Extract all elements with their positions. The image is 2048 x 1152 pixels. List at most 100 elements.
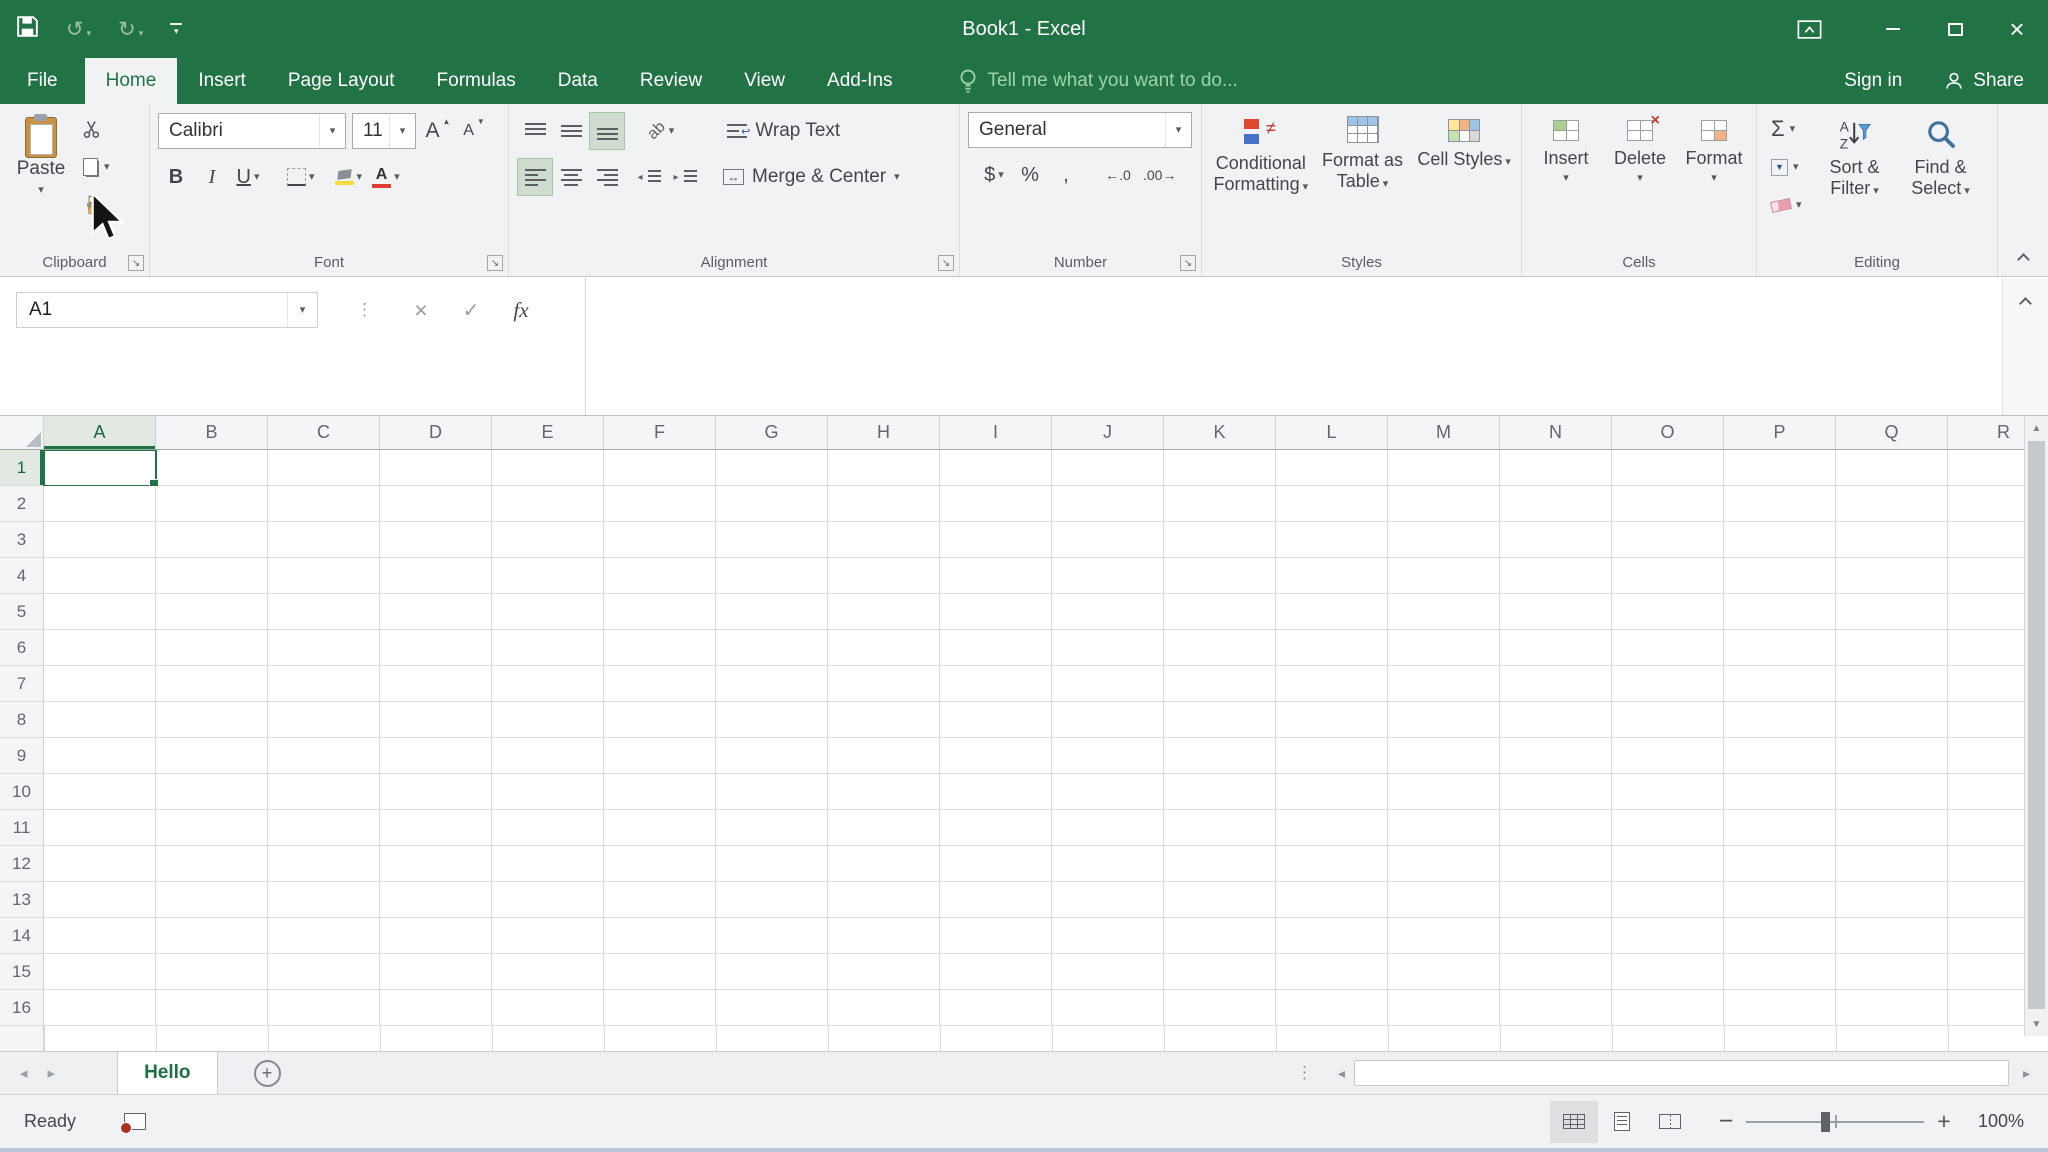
row-header-4[interactable]: 4 xyxy=(0,558,44,594)
row-header-11[interactable]: 11 xyxy=(0,810,44,846)
cell-I5[interactable] xyxy=(940,594,1052,630)
previous-sheet-button[interactable]: ◂ xyxy=(20,1064,28,1082)
cell-C2[interactable] xyxy=(268,486,380,522)
cell-E10[interactable] xyxy=(492,774,604,810)
cell-N11[interactable] xyxy=(1500,810,1612,846)
cell-E6[interactable] xyxy=(492,630,604,666)
cell-D14[interactable] xyxy=(380,918,492,954)
cell-L12[interactable] xyxy=(1276,846,1388,882)
align-top-button[interactable] xyxy=(517,112,553,150)
page-break-view-button[interactable] xyxy=(1646,1101,1694,1143)
comma-style-button[interactable]: , xyxy=(1048,156,1084,194)
cell-J4[interactable] xyxy=(1052,558,1164,594)
cell-D6[interactable] xyxy=(380,630,492,666)
cell-F15[interactable] xyxy=(604,954,716,990)
select-all-button[interactable] xyxy=(0,416,44,449)
cell-L2[interactable] xyxy=(1276,486,1388,522)
cell-E12[interactable] xyxy=(492,846,604,882)
cell-G10[interactable] xyxy=(716,774,828,810)
cell-Q6[interactable] xyxy=(1836,630,1948,666)
cell-J9[interactable] xyxy=(1052,738,1164,774)
cell-Q16[interactable] xyxy=(1836,990,1948,1026)
cell-P6[interactable] xyxy=(1724,630,1836,666)
cell-F2[interactable] xyxy=(604,486,716,522)
cell-J10[interactable] xyxy=(1052,774,1164,810)
cell-M7[interactable] xyxy=(1388,666,1500,702)
cell-F11[interactable] xyxy=(604,810,716,846)
cell-K1[interactable] xyxy=(1164,450,1276,486)
cancel-button[interactable]: × xyxy=(400,292,442,328)
cell-D5[interactable] xyxy=(380,594,492,630)
cell-G2[interactable] xyxy=(716,486,828,522)
cell-P8[interactable] xyxy=(1724,702,1836,738)
cell-I4[interactable] xyxy=(940,558,1052,594)
cell-F14[interactable] xyxy=(604,918,716,954)
cell-G13[interactable] xyxy=(716,882,828,918)
column-header-F[interactable]: F xyxy=(604,416,716,449)
orientation-button[interactable]: ab ▾ xyxy=(643,112,679,150)
redo-button[interactable]: ↻ ▾ xyxy=(118,19,143,40)
cell-Q7[interactable] xyxy=(1836,666,1948,702)
column-header-B[interactable]: B xyxy=(156,416,268,449)
enter-button[interactable]: ✓ xyxy=(450,292,492,328)
font-dialog-launcher[interactable]: ↘ xyxy=(487,255,503,271)
delete-cells-button[interactable]: × Delete ▾ xyxy=(1604,108,1676,248)
column-header-O[interactable]: O xyxy=(1612,416,1724,449)
copy-button[interactable]: ▾ xyxy=(76,148,116,186)
cell-Q13[interactable] xyxy=(1836,882,1948,918)
cell-D1[interactable] xyxy=(380,450,492,486)
cell-I2[interactable] xyxy=(940,486,1052,522)
cell-B8[interactable] xyxy=(156,702,268,738)
font-size-select[interactable]: 11 ▾ xyxy=(352,113,416,149)
cell-G5[interactable] xyxy=(716,594,828,630)
cell-I9[interactable] xyxy=(940,738,1052,774)
cell-I15[interactable] xyxy=(940,954,1052,990)
column-header-K[interactable]: K xyxy=(1164,416,1276,449)
cell-H6[interactable] xyxy=(828,630,940,666)
cut-button[interactable] xyxy=(76,110,116,148)
cell-L8[interactable] xyxy=(1276,702,1388,738)
tab-review[interactable]: Review xyxy=(619,58,723,104)
cell-H13[interactable] xyxy=(828,882,940,918)
align-left-button[interactable] xyxy=(517,158,553,196)
cell-A2[interactable] xyxy=(44,486,156,522)
cell-M9[interactable] xyxy=(1388,738,1500,774)
cell-D16[interactable] xyxy=(380,990,492,1026)
row-header-15[interactable]: 15 xyxy=(0,954,44,990)
decrease-font-size-button[interactable]: A ▼ xyxy=(456,112,492,150)
close-button[interactable]: × xyxy=(1986,0,2048,58)
cell-F6[interactable] xyxy=(604,630,716,666)
row-header-5[interactable]: 5 xyxy=(0,594,44,630)
find-select-button[interactable]: Find & Select ▾ xyxy=(1898,108,1984,248)
zoom-in-button[interactable]: + xyxy=(1926,1108,1962,1135)
cell-I7[interactable] xyxy=(940,666,1052,702)
zoom-out-button[interactable]: − xyxy=(1708,1107,1744,1136)
clipboard-dialog-launcher[interactable]: ↘ xyxy=(128,255,144,271)
zoom-level[interactable]: 100% xyxy=(1962,1111,2028,1132)
cell-M8[interactable] xyxy=(1388,702,1500,738)
cell-L1[interactable] xyxy=(1276,450,1388,486)
cell-O16[interactable] xyxy=(1612,990,1724,1026)
cell-C3[interactable] xyxy=(268,522,380,558)
cell-E5[interactable] xyxy=(492,594,604,630)
column-header-E[interactable]: E xyxy=(492,416,604,449)
cell-Q1[interactable] xyxy=(1836,450,1948,486)
cell-C7[interactable] xyxy=(268,666,380,702)
hscroll-left-button[interactable]: ◂ xyxy=(1338,1065,1345,1082)
percent-style-button[interactable]: % xyxy=(1012,156,1048,194)
cell-H8[interactable] xyxy=(828,702,940,738)
cell-G11[interactable] xyxy=(716,810,828,846)
cell-D7[interactable] xyxy=(380,666,492,702)
cell-M13[interactable] xyxy=(1388,882,1500,918)
fill-button[interactable]: ▼ ▾ xyxy=(1765,148,1808,186)
increase-decimal-button[interactable]: ←.0 xyxy=(1098,156,1138,194)
next-sheet-button[interactable]: ▸ xyxy=(48,1064,56,1082)
cell-E11[interactable] xyxy=(492,810,604,846)
row-header-7[interactable]: 7 xyxy=(0,666,44,702)
zoom-slider[interactable] xyxy=(1746,1101,1924,1143)
tab-add-ins[interactable]: Add-Ins xyxy=(806,58,913,104)
cell-C16[interactable] xyxy=(268,990,380,1026)
cell-C4[interactable] xyxy=(268,558,380,594)
paste-button[interactable]: Paste ▾ xyxy=(8,108,74,246)
insert-cells-button[interactable]: Insert ▾ xyxy=(1530,108,1602,248)
